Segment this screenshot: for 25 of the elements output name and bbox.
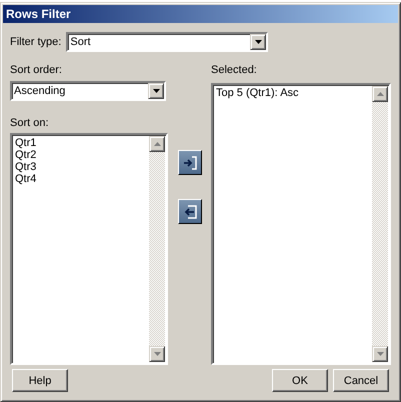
dropdown[interactable]: Sort bbox=[66, 32, 268, 52]
ok-button[interactable]: OK bbox=[272, 369, 328, 392]
window-title: Rows Filter bbox=[6, 7, 71, 21]
dropdown[interactable]: Ascending bbox=[10, 81, 166, 101]
arrow-into-box-icon bbox=[182, 156, 196, 170]
list-item[interactable]: Qtr4 bbox=[15, 173, 146, 185]
list-item[interactable]: Qtr2 bbox=[15, 149, 146, 161]
caret-icon bbox=[254, 40, 262, 44]
field-label: Filter type: bbox=[10, 36, 62, 48]
field-label: Selected: bbox=[211, 64, 258, 77]
caret-icon bbox=[152, 89, 160, 93]
caret-icon bbox=[154, 352, 160, 356]
caret-icon bbox=[376, 352, 384, 356]
list-item[interactable]: Top 5 (Qtr1): Asc bbox=[216, 87, 369, 99]
add-button[interactable] bbox=[178, 150, 202, 175]
list-item[interactable]: Qtr1 bbox=[15, 137, 146, 149]
scroll-up-icon bbox=[154, 142, 160, 146]
remove-button[interactable] bbox=[178, 199, 202, 224]
help-button[interactable]: Help bbox=[12, 369, 68, 392]
field-label: Sort on: bbox=[10, 117, 50, 130]
field-label: Sort order: bbox=[10, 64, 63, 77]
arrow-out-of-box-icon bbox=[182, 204, 196, 218]
cancel-button[interactable]: Cancel bbox=[333, 369, 389, 392]
scroll-up-icon bbox=[376, 92, 384, 96]
list-item[interactable]: Qtr3 bbox=[15, 161, 146, 173]
